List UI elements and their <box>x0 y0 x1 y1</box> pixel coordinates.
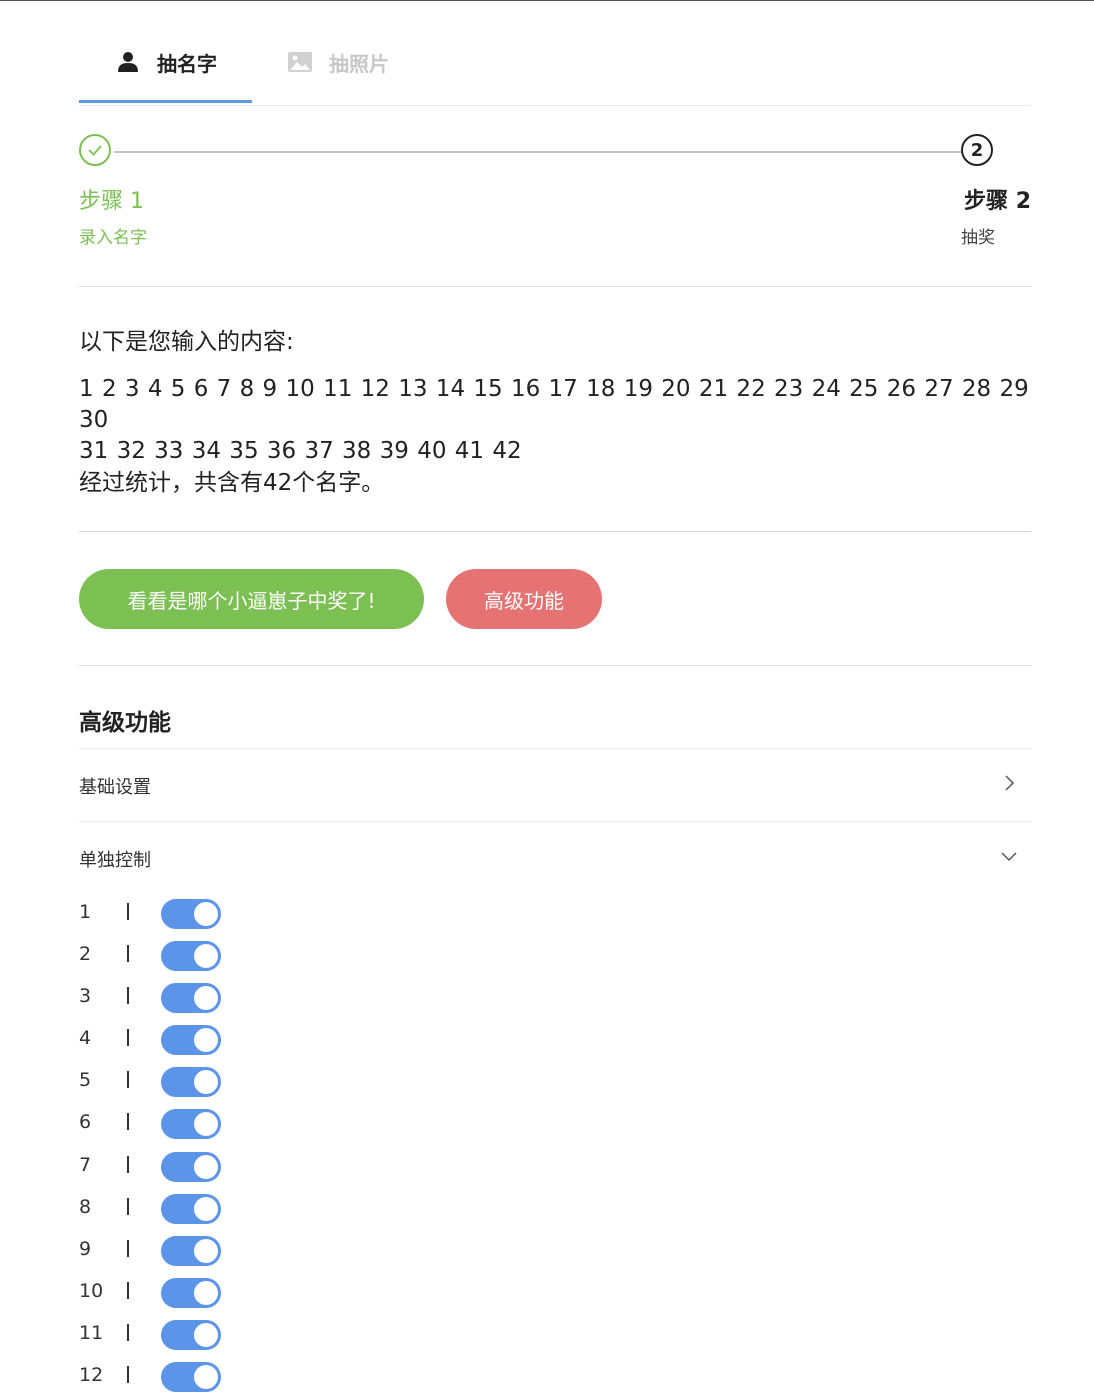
separator <box>127 987 129 1004</box>
collapse-basic-settings[interactable]: 基础设置 <box>79 748 1031 821</box>
names-line: 1 2 3 4 5 6 7 8 9 10 11 12 13 14 15 16 1… <box>79 376 1029 433</box>
separator <box>127 1198 129 1215</box>
advanced-title: 高级功能 <box>79 710 171 736</box>
toggle-switch[interactable] <box>161 1109 221 1139</box>
separator <box>127 945 129 962</box>
control-label: 4 <box>79 1027 92 1049</box>
control-label: 1 <box>79 901 92 923</box>
control-row: 11 <box>79 1320 379 1350</box>
toggle-switch[interactable] <box>161 941 221 971</box>
toggle-knob <box>194 1197 218 1221</box>
action-bar: 看看是哪个小逼崽子中奖了! 高级功能 <box>79 531 1031 666</box>
control-row: 2 <box>79 941 379 971</box>
step-2-indicator: 2 <box>961 134 993 166</box>
name-count: 经过统计，共含有42个名字。 <box>79 470 385 496</box>
control-label: 6 <box>79 1111 92 1133</box>
toggle-switch[interactable] <box>161 1067 221 1097</box>
tab-label: 抽照片 <box>329 51 389 76</box>
control-row: 8 <box>79 1194 379 1224</box>
steps: 2 步骤 1 步骤 2 录入名字 抽奖 <box>79 105 1031 287</box>
toggle-switch[interactable] <box>161 1194 221 1224</box>
toggle-knob <box>194 902 218 926</box>
toggle-knob <box>194 1028 218 1052</box>
draw-button[interactable]: 看看是哪个小逼崽子中奖了! <box>79 569 424 629</box>
step-1-title: 步骤 1 <box>79 189 144 214</box>
control-label: 3 <box>79 985 92 1007</box>
control-row: 3 <box>79 983 379 1013</box>
toggle-switch[interactable] <box>161 1278 221 1308</box>
collapse-label: 基础设置 <box>79 777 151 798</box>
control-row: 9 <box>79 1236 379 1266</box>
step-connector <box>114 151 962 153</box>
control-label: 11 <box>79 1322 104 1344</box>
separator <box>127 1366 129 1383</box>
separator <box>127 903 129 920</box>
toggle-knob <box>194 1365 218 1389</box>
control-row: 4 <box>79 1025 379 1055</box>
toggle-switch[interactable] <box>161 1320 221 1350</box>
control-row: 10 <box>79 1278 379 1308</box>
step-2-desc: 抽奖 <box>961 228 995 248</box>
separator <box>127 1282 129 1299</box>
tab-draw-names[interactable]: 抽名字 <box>115 45 217 79</box>
control-row: 1 <box>79 899 379 929</box>
advanced-button[interactable]: 高级功能 <box>446 569 602 629</box>
control-label: 12 <box>79 1364 104 1386</box>
toggle-knob <box>194 1281 218 1305</box>
control-row: 7 <box>79 1152 379 1182</box>
toggle-switch[interactable] <box>161 1025 221 1055</box>
control-label: 9 <box>79 1238 92 1260</box>
toggle-knob <box>194 1239 218 1263</box>
control-row: 6 <box>79 1109 379 1139</box>
control-row: 12 <box>79 1362 379 1392</box>
tab-label: 抽名字 <box>157 51 217 76</box>
collapse-individual-control[interactable]: 单独控制 <box>79 821 1031 894</box>
control-label: 8 <box>79 1196 92 1218</box>
collapse-label: 单独控制 <box>79 850 151 871</box>
separator <box>127 1324 129 1341</box>
tab-bar: 抽名字 抽照片 <box>79 1 1031 106</box>
toggle-switch[interactable] <box>161 1152 221 1182</box>
separator <box>127 1071 129 1088</box>
toggle-switch[interactable] <box>161 1236 221 1266</box>
separator <box>127 1029 129 1046</box>
toggle-knob <box>194 1112 218 1136</box>
toggle-knob <box>194 986 218 1010</box>
intro-text: 以下是您输入的内容: <box>79 329 294 355</box>
names-list: 1 2 3 4 5 6 7 8 9 10 11 12 13 14 15 16 1… <box>79 374 1031 467</box>
control-label: 7 <box>79 1154 92 1176</box>
toggle-switch[interactable] <box>161 983 221 1013</box>
separator <box>127 1156 129 1173</box>
tab-draw-photos[interactable]: 抽照片 <box>287 45 389 79</box>
toggle-knob <box>194 1070 218 1094</box>
toggle-knob <box>194 944 218 968</box>
control-label: 5 <box>79 1069 92 1091</box>
toggle-switch[interactable] <box>161 1362 221 1392</box>
separator <box>127 1113 129 1130</box>
toggle-switch[interactable] <box>161 899 221 929</box>
control-label: 2 <box>79 943 92 965</box>
step-1-check-icon <box>79 134 111 166</box>
chevron-right-icon <box>997 771 1021 795</box>
image-icon <box>287 49 313 75</box>
chevron-down-icon <box>997 844 1021 868</box>
active-tab-indicator <box>79 100 252 103</box>
separator <box>127 1240 129 1257</box>
step-2-title: 步骤 2 <box>964 189 1031 214</box>
toggle-knob <box>194 1155 218 1179</box>
step-1-desc: 录入名字 <box>79 228 147 248</box>
control-label: 10 <box>79 1280 104 1302</box>
input-summary: 以下是您输入的内容: 1 2 3 4 5 6 7 8 9 10 11 12 13… <box>79 286 1031 532</box>
control-row: 5 <box>79 1067 379 1097</box>
user-icon <box>115 49 141 75</box>
toggle-knob <box>194 1323 218 1347</box>
